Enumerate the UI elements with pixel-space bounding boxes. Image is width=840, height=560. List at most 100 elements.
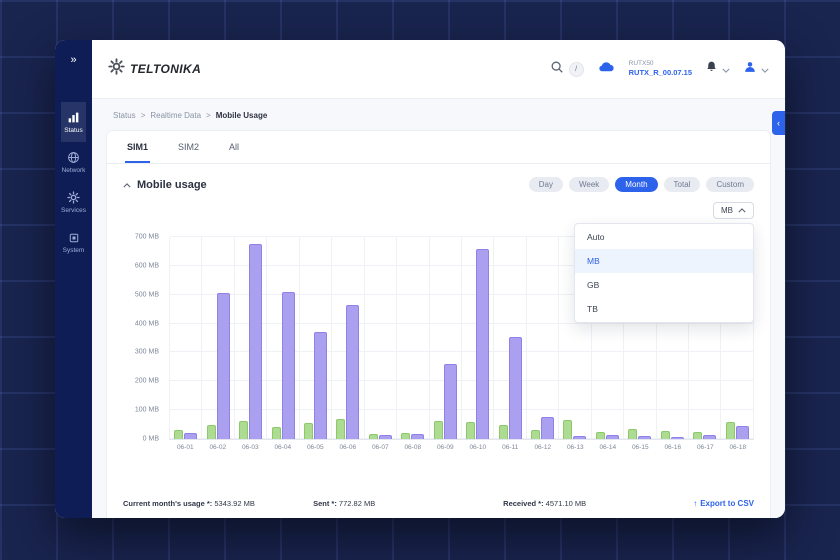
logo-text: TELTONIKA [130,62,201,76]
bar-received-06-15[interactable] [638,436,651,439]
usage-stat-label: Sent *: [313,499,337,508]
bar-received-06-12[interactable] [541,417,554,439]
breadcrumb-separator: > [206,111,211,120]
bar-received-06-17[interactable] [703,435,716,439]
router-admin-window: » Status NetworkServicesSystem [55,40,785,518]
section-title-group[interactable]: Mobile usage [123,179,207,191]
bar-received-06-18[interactable] [736,426,749,439]
bar-received-06-07[interactable] [379,435,392,439]
bar-received-06-05[interactable] [314,332,327,439]
x-axis-tick-label: 06-02 [202,444,235,451]
search-button[interactable]: / [550,60,584,79]
sidebar-item-label: Status [64,127,82,134]
bar-received-06-16[interactable] [671,437,684,439]
y-axis-labels: 0 MB100 MB200 MB300 MB400 MB500 MB600 MB… [123,237,163,439]
range-pill-day[interactable]: Day [529,177,563,192]
sidebar-expand-button[interactable]: » [70,54,76,66]
breadcrumb-item[interactable]: Status [113,111,136,120]
tab-all[interactable]: All [227,131,241,163]
device-firmware: RUTX_R_00.07.15 [629,68,692,77]
sidebar-item-services[interactable]: Services [61,182,86,222]
bar-sent-06-17[interactable] [693,432,702,439]
cloud-icon[interactable] [597,60,616,78]
x-axis-tick-label: 06-13 [559,444,592,451]
search-icon [550,60,564,79]
bar-received-06-13[interactable] [573,436,586,439]
usage-stat-value: 4571.10 MB [544,499,587,508]
tab-sim2[interactable]: SIM2 [176,131,201,163]
bar-sent-06-01[interactable] [174,430,183,439]
bar-received-06-08[interactable] [411,434,424,439]
bar-group [202,237,234,439]
bar-sent-06-14[interactable] [596,432,605,439]
collapse-icon [123,179,131,191]
breadcrumb-item[interactable]: Realtime Data [150,111,201,120]
range-pill-total[interactable]: Total [664,177,701,192]
chevron-up-icon [738,206,746,215]
search-shortcut-badge: / [569,62,584,77]
bar-sent-06-15[interactable] [628,429,637,439]
notifications-button[interactable] [705,60,730,78]
bar-sent-06-08[interactable] [401,433,410,439]
bar-sent-06-07[interactable] [369,434,378,439]
y-axis-tick-label: 0 MB [143,436,159,443]
bar-received-06-04[interactable] [282,292,295,439]
bar-sent-06-16[interactable] [661,431,670,439]
x-axis-tick-label: 06-16 [657,444,690,451]
x-axis-tick-label: 06-12 [527,444,560,451]
bar-received-06-02[interactable] [217,293,230,439]
sidebar-item-status[interactable]: Status [61,102,86,142]
range-pill-custom[interactable]: Custom [706,177,754,192]
bar-sent-06-06[interactable] [336,419,345,439]
range-pill-month[interactable]: Month [615,177,657,192]
device-info[interactable]: RUTX50 RUTX_R_00.07.15 [629,60,692,78]
bar-sent-06-04[interactable] [272,427,281,439]
bar-sent-06-02[interactable] [207,425,216,439]
bar-sent-06-13[interactable] [563,420,572,439]
bar-sent-06-03[interactable] [239,421,248,439]
range-pills: Day Week Month Total Custom [529,177,754,192]
bar-received-06-10[interactable] [476,249,489,439]
sidebar-item-network[interactable]: Network [61,142,86,182]
unit-option-auto[interactable]: Auto [575,225,753,249]
y-axis-tick-label: 100 MB [135,407,159,414]
bar-group [300,237,332,439]
bar-group [462,237,494,439]
panel-collapse-button[interactable]: ‹ [772,111,785,135]
bar-sent-06-18[interactable] [726,422,735,439]
unit-option-tb[interactable]: TB [575,297,753,321]
bar-sent-06-05[interactable] [304,423,313,439]
chip-icon [68,231,80,244]
bar-sent-06-09[interactable] [434,421,443,439]
unit-option-gb[interactable]: GB [575,273,753,297]
sidebar-item-system[interactable]: System [61,222,86,262]
bar-received-06-14[interactable] [606,435,619,439]
x-axis-tick-label: 06-07 [364,444,397,451]
chevron-down-icon [761,60,769,78]
range-pill-week[interactable]: Week [569,177,609,192]
bar-group [397,237,429,439]
breadcrumb-item[interactable]: Mobile Usage [216,111,268,120]
user-icon [743,60,757,79]
bar-received-06-11[interactable] [509,337,522,439]
stats-row: Current month's usage *: 5343.92 MBSent … [107,491,770,518]
usage-stat: Current month's usage *: 5343.92 MB [123,499,313,508]
user-menu-button[interactable] [743,60,769,79]
bar-sent-06-10[interactable] [466,422,475,439]
tab-sim1[interactable]: SIM1 [125,131,150,163]
teltonika-logo[interactable]: TELTONIKA [108,58,201,80]
bar-received-06-03[interactable] [249,244,262,439]
bar-sent-06-11[interactable] [499,425,508,439]
usage-stat-label: Current month's usage *: [123,499,212,508]
bar-received-06-09[interactable] [444,364,457,439]
bar-received-06-06[interactable] [346,305,359,439]
x-axis-tick-label: 06-17 [689,444,722,451]
export-csv-label: Export to CSV [700,499,754,508]
bar-sent-06-12[interactable] [531,430,540,439]
unit-select[interactable]: MB [713,202,754,219]
export-csv-button[interactable]: ↑ Export to CSV [693,499,754,508]
usage-stat: Received *: 4571.10 MB [503,499,693,508]
bar-received-06-01[interactable] [184,433,197,439]
unit-option-mb[interactable]: MB [575,249,753,273]
usage-stat-value: 772.82 MB [337,499,375,508]
